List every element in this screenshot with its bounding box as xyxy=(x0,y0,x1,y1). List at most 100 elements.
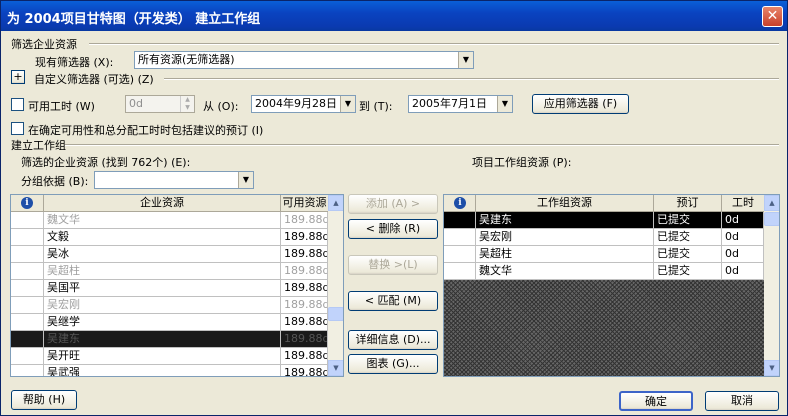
col-team-resource[interactable]: 工作组资源 xyxy=(476,195,654,212)
booking-cell: 已提交 xyxy=(654,212,722,228)
resource-name-cell: 吴武强 xyxy=(44,365,281,376)
filter-section-divider xyxy=(89,43,779,45)
to-date-select[interactable]: 2005年7月1日 ▼ xyxy=(408,95,513,113)
help-button[interactable]: 帮助 (H) xyxy=(11,390,77,410)
custom-filter-expand-button[interactable]: + xyxy=(11,70,25,84)
to-date-value: 2005年7月1日 xyxy=(412,97,487,110)
group-by-select[interactable]: ▼ xyxy=(94,171,254,189)
table-row[interactable]: 吴继学 189.88d xyxy=(11,314,328,331)
scroll-down-icon[interactable]: ▼ xyxy=(764,360,779,376)
available-work-checkbox[interactable] xyxy=(11,98,24,111)
table-row[interactable]: 吴建东 189.88d xyxy=(11,331,328,348)
row-indicator xyxy=(11,314,44,330)
team-resource-cell: 吴超柱 xyxy=(476,246,654,262)
table-row[interactable]: 吴建东 已提交 0d xyxy=(444,212,764,229)
available-cell: 189.88d xyxy=(281,229,328,245)
col-booking[interactable]: 预订 xyxy=(654,195,722,212)
close-button[interactable]: ✕ xyxy=(762,6,783,27)
col-enterprise-resource[interactable]: 企业资源 xyxy=(44,195,281,212)
table-row[interactable]: 吴宏刚 已提交 0d xyxy=(444,229,764,246)
resource-name-cell: 吴冰 xyxy=(44,246,281,262)
available-cell: 189.88d xyxy=(281,314,328,330)
info-icon: i xyxy=(454,197,466,209)
team-section-divider xyxy=(65,144,779,146)
row-indicator xyxy=(444,263,476,279)
build-team-dialog: 为 2004项目甘特图（开发类） 建立工作组 ✕ 筛选企业资源 现有筛选器 (X… xyxy=(0,0,788,416)
table-row[interactable]: 魏文华 189.88d xyxy=(11,212,328,229)
row-indicator xyxy=(11,280,44,296)
table-row[interactable]: 文毅 189.88d xyxy=(11,229,328,246)
chevron-down-icon[interactable]: ▼ xyxy=(497,96,512,112)
scroll-up-icon[interactable]: ▲ xyxy=(328,195,343,211)
custom-filter-label[interactable]: 自定义筛选器 (可选) (Z) xyxy=(34,71,154,87)
match-button[interactable]: < 匹配 (M) xyxy=(348,291,438,311)
scroll-thumb[interactable] xyxy=(328,307,343,321)
table-row[interactable]: 吴宏刚 189.88d xyxy=(11,297,328,314)
scroll-up-icon[interactable]: ▲ xyxy=(764,195,779,211)
table-row[interactable]: 吴开旺 189.88d xyxy=(11,348,328,365)
team-resources-label: 项目工作组资源 (P): xyxy=(472,156,572,169)
table-row[interactable]: 吴武强 189.88d xyxy=(11,365,328,376)
chevron-down-icon[interactable]: ▼ xyxy=(458,52,473,68)
available-cell: 189.88d xyxy=(281,246,328,262)
ok-button[interactable]: 确定 xyxy=(619,391,693,411)
enterprise-resource-grid[interactable]: i 企业资源 可用资源 魏文华 189.88d 文毅 189.88d 吴冰 189.88d… xyxy=(10,194,344,377)
from-label: 从 (O): xyxy=(203,100,239,113)
right-grid-info-header: i xyxy=(444,195,476,212)
graphs-button[interactable]: 图表 (G)... xyxy=(348,354,438,374)
available-cell: 189.88d xyxy=(281,212,328,228)
booking-cell: 已提交 xyxy=(654,246,722,262)
available-work-value: 0d xyxy=(129,97,143,110)
existing-filter-select[interactable]: 所有资源(无筛选器) ▼ xyxy=(134,51,474,69)
team-resource-grid[interactable]: i 工作组资源 预订 工时 吴建东 已提交 0d 吴宏刚 已提交 0d 吴超柱 已提交 0d 魏文… xyxy=(443,194,780,377)
col-work[interactable]: 工时 xyxy=(722,195,764,212)
title-bar[interactable]: 为 2004项目甘特图（开发类） 建立工作组 ✕ xyxy=(1,1,787,31)
chevron-down-icon[interactable]: ▼ xyxy=(340,96,355,112)
row-indicator xyxy=(11,263,44,279)
group-by-label: 分组依据 (B): xyxy=(21,175,89,188)
apply-filter-button[interactable]: 应用筛选器 (F) xyxy=(532,94,629,114)
table-row[interactable]: 吴超柱 已提交 0d xyxy=(444,246,764,263)
empty-grid-area xyxy=(444,280,764,376)
table-row[interactable]: 吴超柱 189.88d xyxy=(11,263,328,280)
from-date-select[interactable]: 2004年9月28日 ▼ xyxy=(251,95,356,113)
row-indicator xyxy=(11,365,44,376)
resource-name-cell: 吴超柱 xyxy=(44,263,281,279)
chevron-down-icon[interactable]: ▼ xyxy=(238,172,253,188)
cancel-button[interactable]: 取消 xyxy=(705,391,779,411)
booking-cell: 已提交 xyxy=(654,229,722,245)
row-indicator xyxy=(444,212,476,228)
existing-filter-value: 所有资源(无筛选器) xyxy=(138,53,235,66)
details-button[interactable]: 详细信息 (D)... xyxy=(348,330,438,350)
table-row[interactable]: 魏文华 已提交 0d xyxy=(444,263,764,280)
include-proposed-checkbox[interactable] xyxy=(11,122,24,135)
team-resource-cell: 吴宏刚 xyxy=(476,229,654,245)
left-grid-scrollbar[interactable]: ▲ ▼ xyxy=(328,195,343,376)
window-title: 为 2004项目甘特图（开发类） 建立工作组 xyxy=(7,12,261,27)
from-date-value: 2004年9月28日 xyxy=(255,97,337,110)
scroll-down-icon[interactable]: ▼ xyxy=(328,360,343,376)
resource-name-cell: 吴建东 xyxy=(44,331,281,347)
available-cell: 189.88d xyxy=(281,331,328,347)
row-indicator xyxy=(11,297,44,313)
available-cell: 189.88d xyxy=(281,263,328,279)
work-cell: 0d xyxy=(722,229,764,245)
table-row[interactable]: 吴国平 189.88d xyxy=(11,280,328,297)
existing-filter-label: 现有筛选器 (X): xyxy=(35,56,114,69)
table-row[interactable]: 吴冰 189.88d xyxy=(11,246,328,263)
row-indicator xyxy=(11,246,44,262)
filtered-resources-label: 筛选的企业资源 (找到 762个) (E): xyxy=(21,156,191,169)
add-button[interactable]: 添加 (A) > xyxy=(348,194,438,214)
row-indicator xyxy=(11,212,44,228)
right-grid-scrollbar[interactable]: ▲ ▼ xyxy=(764,195,779,376)
remove-button[interactable]: < 删除 (R) xyxy=(348,219,438,239)
team-resource-cell: 魏文华 xyxy=(476,263,654,279)
info-icon: i xyxy=(21,197,33,209)
work-cell: 0d xyxy=(722,246,764,262)
row-indicator xyxy=(11,331,44,347)
spin-arrows-icon[interactable]: ▲ ▼ xyxy=(180,96,194,112)
scroll-thumb[interactable] xyxy=(764,212,779,226)
available-work-input[interactable]: 0d ▲ ▼ xyxy=(125,95,195,113)
replace-button[interactable]: 替换 >(L) xyxy=(348,255,438,275)
col-available[interactable]: 可用资源 xyxy=(281,195,328,212)
